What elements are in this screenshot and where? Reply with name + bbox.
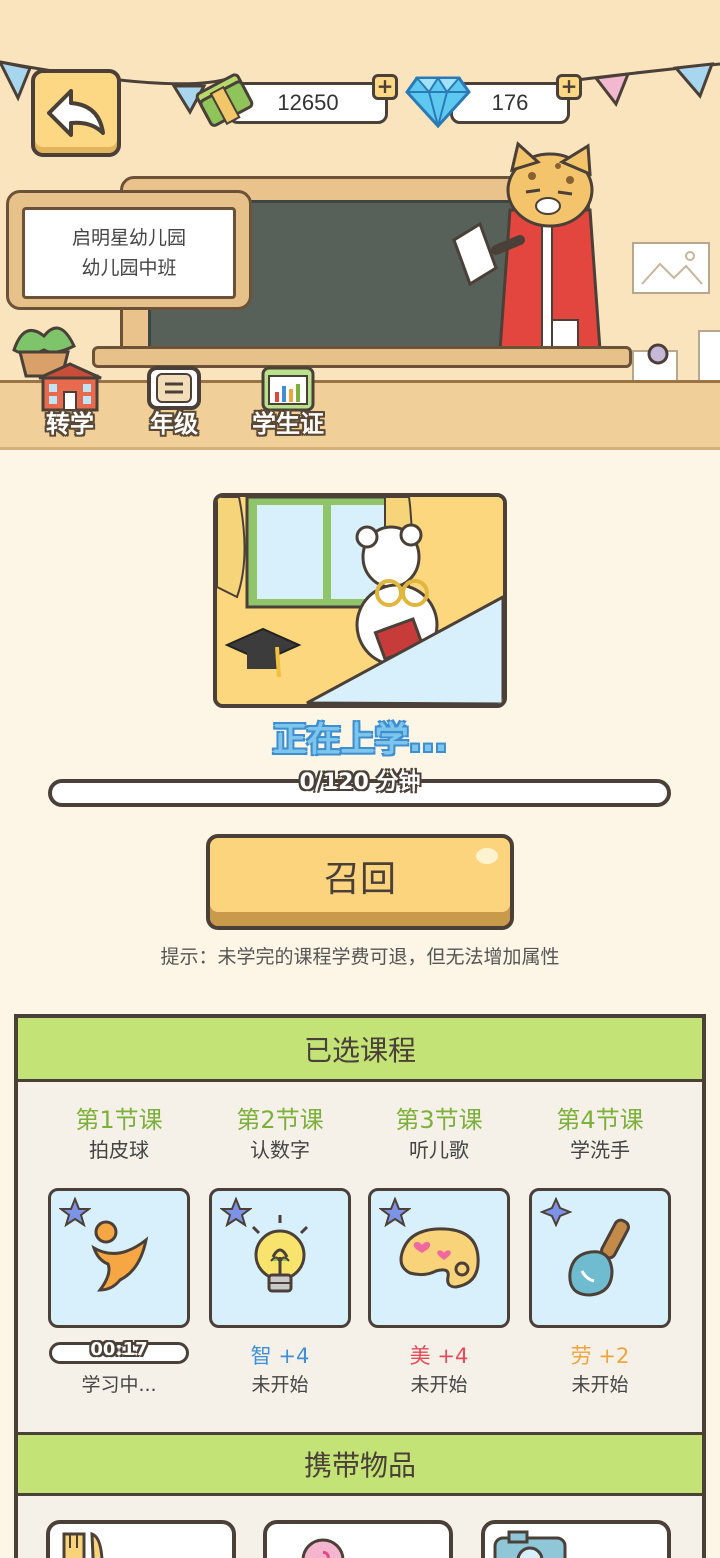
- selected-courses-header: 已选课程: [18, 1018, 702, 1082]
- student-id-label: 学生证: [252, 410, 324, 438]
- class-sign: 启明星幼儿园 幼儿园中班: [22, 207, 236, 299]
- status-text: 正在上学...: [272, 720, 448, 760]
- attribute-bonus: 美 +4: [410, 1340, 469, 1370]
- leopard-teacher-character: [452, 141, 602, 350]
- star-icon: [59, 1196, 91, 1227]
- course-slot[interactable]: 第3节课 听儿歌 美 +4 未开始: [366, 1100, 512, 1400]
- cash-amount: 12650: [277, 90, 339, 115]
- lesson-number: 第2节课: [236, 1106, 324, 1134]
- recall-button[interactable]: 召回: [206, 834, 514, 930]
- attribute-bonus: 劳 +2: [571, 1340, 630, 1370]
- attribute-value: +2: [598, 1344, 630, 1369]
- course-slot[interactable]: 第4节课 学洗手 劳 +2 未开始: [527, 1100, 673, 1400]
- attribute-name: 美: [409, 1344, 431, 1369]
- light-bulb-icon: [251, 1214, 309, 1293]
- course-card[interactable]: [209, 1187, 351, 1329]
- lesson-number: 第1节课: [75, 1106, 163, 1134]
- class-name: 幼儿园中班: [81, 257, 177, 279]
- transfer-label: 转学: [46, 410, 94, 438]
- class-in-progress-illustration: [213, 493, 507, 708]
- lesson-name: 听儿歌: [409, 1138, 469, 1162]
- selected-courses-title: 已选课程: [303, 1033, 416, 1067]
- carried-items-title: 携带物品: [303, 1449, 416, 1482]
- wall-picture: [632, 242, 710, 294]
- attribute-value: +4: [437, 1344, 469, 1369]
- classroom-scene: 启明星幼儿园 幼儿园中班 12650 + 176 + 转学 年级 学生证: [0, 0, 720, 450]
- lesson-number: 第3节课: [395, 1106, 483, 1134]
- grade-label: 年级: [150, 410, 198, 438]
- course-card[interactable]: [368, 1187, 510, 1329]
- school-name: 启明星幼儿园: [71, 227, 186, 249]
- paint-palette-icon: [399, 1227, 480, 1289]
- pin-icon: [647, 343, 669, 365]
- attribute-name: 智: [250, 1344, 272, 1369]
- attribute-name: 劳: [570, 1344, 592, 1369]
- student-id-button[interactable]: 学生证: [240, 362, 336, 442]
- add-cash-button[interactable]: +: [372, 74, 398, 100]
- back-button[interactable]: [31, 69, 121, 157]
- camera-icon: [493, 1530, 567, 1558]
- transfer-school-button[interactable]: 转学: [22, 362, 118, 442]
- star-icon: [220, 1196, 252, 1227]
- course-card[interactable]: [529, 1187, 671, 1329]
- course-status: 未开始: [571, 1374, 629, 1397]
- cash-stack-icon: [195, 73, 254, 127]
- timer-text: 00:17: [90, 1339, 148, 1361]
- lollipop-icon: [301, 1538, 345, 1558]
- course-timer: 00:17: [49, 1339, 189, 1365]
- recall-button-label: 召回: [323, 859, 396, 900]
- lesson-name: 学洗手: [570, 1138, 630, 1162]
- sparkle-icon: [540, 1196, 572, 1227]
- carried-items-header: 携带物品: [18, 1432, 702, 1496]
- carried-item-slot[interactable]: [46, 1520, 236, 1558]
- course-card[interactable]: [48, 1187, 190, 1329]
- shovel-icon: [568, 1218, 630, 1297]
- course-slot[interactable]: 第1节课 拍皮球 00:17 学习中...: [46, 1100, 192, 1400]
- lesson-number: 第4节课: [556, 1106, 644, 1134]
- running-person-icon: [91, 1220, 149, 1292]
- back-arrow-icon: [47, 89, 105, 137]
- fork-knife-icon: [62, 1531, 104, 1558]
- attribute-bonus: 智 +4: [251, 1340, 310, 1370]
- gem-amount: 176: [491, 90, 529, 115]
- course-status: 未开始: [251, 1374, 309, 1397]
- button-shine: [476, 848, 498, 864]
- attribute-value: +4: [278, 1344, 310, 1369]
- progress-label: 0/120 分钟: [299, 770, 421, 795]
- lesson-name: 认数字: [250, 1138, 310, 1162]
- hint-text: 提示：未学完的课程学费可退，但无法增加属性: [160, 946, 560, 968]
- grade-button[interactable]: 年级: [126, 362, 222, 442]
- course-status: 未开始: [410, 1374, 468, 1397]
- lesson-name: 拍皮球: [89, 1138, 149, 1162]
- course-slot[interactable]: 第2节课 认数字 智 +4 未开始: [207, 1100, 353, 1400]
- star-icon: [379, 1196, 411, 1227]
- carried-item-slot[interactable]: [263, 1520, 453, 1558]
- course-status: 学习中...: [81, 1374, 157, 1397]
- wall-note: [698, 330, 720, 382]
- diamond-icon: [405, 76, 471, 128]
- carried-item-slot[interactable]: [481, 1520, 671, 1558]
- add-gems-button[interactable]: +: [556, 74, 582, 100]
